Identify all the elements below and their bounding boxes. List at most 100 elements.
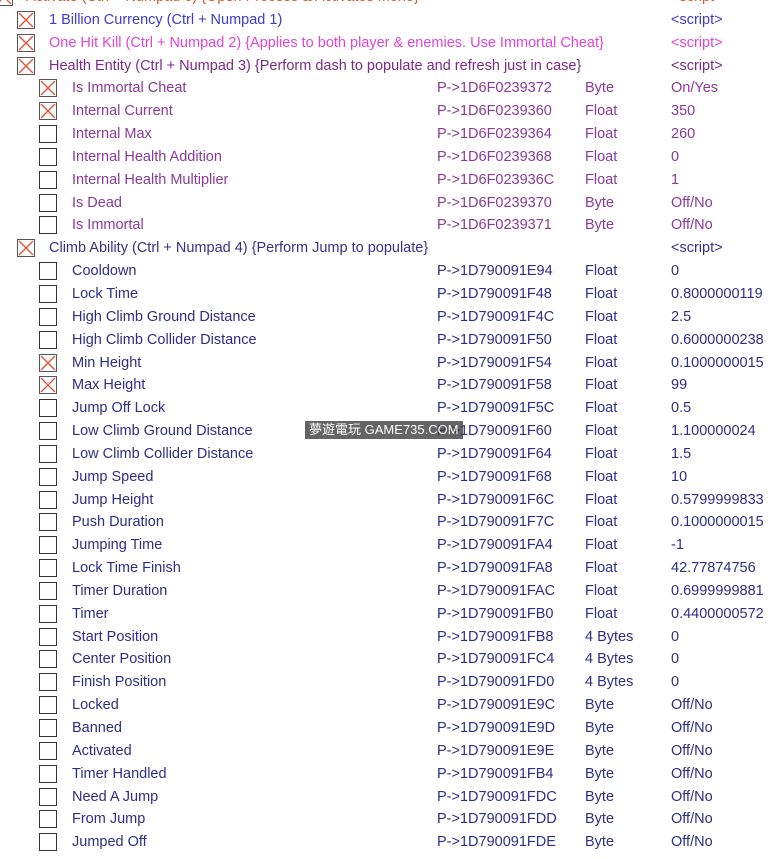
table-row[interactable]: Min Height P->1D790091F54 Float 0.100000001… [0, 352, 782, 375]
table-row[interactable]: Timer Handled P->1D790091FB4 Byte Off/No [0, 763, 782, 786]
active-checkbox[interactable] [39, 581, 57, 600]
active-checkbox[interactable] [39, 216, 57, 235]
table-row[interactable]: Lock Time P->1D790091F48 Float 0.8000000119 [0, 283, 782, 306]
active-checkbox[interactable] [39, 490, 57, 509]
table-row[interactable]: Push Duration P->1D790091F7C Float 0.100000… [0, 511, 782, 534]
table-row[interactable]: Climb Ability (Ctrl + Numpad 4) {Perform… [0, 237, 782, 260]
active-checkbox[interactable] [39, 330, 57, 349]
table-row[interactable]: Banned P->1D790091E9D Byte Off/No [0, 717, 782, 740]
active-checkbox[interactable] [17, 56, 35, 75]
table-row[interactable]: Internal Health Multiplier P->1D6F023936C… [0, 169, 782, 192]
table-row[interactable]: Is Immortal Cheat P->1D6F0239372 Byte On/Ye… [0, 77, 782, 100]
row-value[interactable]: <script> [671, 58, 723, 74]
active-checkbox[interactable] [39, 559, 57, 578]
table-row[interactable]: Activated P->1D790091E9E Byte Off/No [0, 740, 782, 763]
row-value[interactable]: 1.100000024 [671, 423, 756, 439]
row-value[interactable]: <script> [671, 0, 723, 5]
row-value[interactable]: Off/No [671, 811, 713, 827]
active-checkbox[interactable] [39, 79, 57, 98]
row-value[interactable]: 0 [671, 263, 679, 279]
active-checkbox[interactable] [39, 741, 57, 760]
active-checkbox[interactable] [39, 170, 57, 189]
row-value[interactable]: <script> [671, 12, 723, 28]
active-checkbox[interactable] [17, 239, 35, 258]
row-value[interactable]: 0 [671, 674, 679, 690]
table-row[interactable]: Internal Current P->1D6F0239360 Float 350 [0, 100, 782, 123]
row-value[interactable]: Off/No [671, 720, 713, 736]
table-row[interactable]: Jumped Off P->1D790091FDE Byte Off/No [0, 831, 782, 854]
row-value[interactable]: 2.5 [671, 309, 691, 325]
table-row[interactable]: Center Position P->1D790091FC4 4 Bytes 0 [0, 648, 782, 671]
row-value[interactable]: 10 [671, 469, 687, 485]
active-checkbox[interactable] [39, 376, 57, 395]
table-row[interactable]: Health Entity (Ctrl + Numpad 3) {Perform… [0, 55, 782, 78]
table-row[interactable]: 1 Billion Currency (Ctrl + Numpad 1) <scr… [0, 9, 782, 32]
row-value[interactable]: 0 [671, 629, 679, 645]
row-value[interactable]: 260 [671, 126, 695, 142]
active-checkbox[interactable] [39, 787, 57, 806]
active-checkbox[interactable] [39, 262, 57, 281]
row-value[interactable]: 42.77874756 [671, 560, 756, 576]
active-checkbox[interactable] [39, 399, 57, 418]
row-value[interactable]: Off/No [671, 789, 713, 805]
table-row[interactable]: Locked P->1D790091E9C Byte Off/No [0, 694, 782, 717]
active-checkbox[interactable] [39, 719, 57, 737]
active-checkbox[interactable] [39, 810, 57, 829]
table-row[interactable]: Is Immortal P->1D6F0239371 Byte Off/No [0, 214, 782, 237]
active-checkbox[interactable] [39, 307, 57, 326]
row-value[interactable]: 0.6000000238 [671, 332, 764, 348]
table-row[interactable]: Timer P->1D790091FB0 Float 0.4400000572 [0, 603, 782, 626]
active-checkbox[interactable] [39, 102, 57, 121]
row-value[interactable]: On/Yes [671, 80, 718, 96]
table-row[interactable]: One Hit Kill (Ctrl + Numpad 2) {Applies … [0, 32, 782, 55]
row-value[interactable]: Off/No [671, 834, 713, 850]
active-checkbox[interactable] [17, 33, 35, 52]
table-row[interactable]: High Climb Ground Distance P->1D790091F4C… [0, 306, 782, 329]
table-row[interactable]: Start Position P->1D790091FB8 4 Bytes 0 [0, 626, 782, 649]
table-row[interactable]: Jumping Time P->1D790091FA4 Float -1 [0, 534, 782, 557]
row-value[interactable]: 99 [671, 377, 687, 393]
row-value[interactable]: Off/No [671, 217, 713, 233]
row-value[interactable]: Off/No [671, 697, 713, 713]
row-value[interactable]: <script> [671, 35, 723, 51]
table-row[interactable]: Need A Jump P->1D790091FDC Byte Off/No [0, 786, 782, 809]
active-checkbox[interactable] [39, 696, 57, 715]
table-row[interactable]: High Climb Collider Distance P->1D790091F… [0, 329, 782, 352]
active-checkbox[interactable] [0, 0, 13, 6]
active-checkbox[interactable] [39, 284, 57, 303]
table-row[interactable]: Finish Position P->1D790091FD0 4 Bytes 0 [0, 671, 782, 694]
table-row[interactable]: Max Height P->1D790091F58 Float 99 [0, 374, 782, 397]
active-checkbox[interactable] [39, 536, 57, 555]
table-row[interactable]: Jump Height P->1D790091F6C Float 0.57999998… [0, 489, 782, 512]
active-checkbox[interactable] [39, 627, 57, 646]
table-row[interactable]: Low Climb Collider Distance P->1D790091F6… [0, 443, 782, 466]
table-row[interactable]: Timer Duration P->1D790091FAC Float 0.69999… [0, 580, 782, 603]
table-row[interactable]: Cooldown P->1D790091E94 Float 0 [0, 260, 782, 283]
active-checkbox[interactable] [39, 673, 57, 692]
table-row[interactable]: Internal Health Addition P->1D6F0239368 Fl… [0, 146, 782, 169]
table-row[interactable]: Activate (Ctrl + Numpad 0) {Open Process… [0, 0, 782, 9]
table-row[interactable]: Is Dead P->1D6F0239370 Byte Off/No [0, 192, 782, 215]
active-checkbox[interactable] [39, 353, 57, 372]
row-value[interactable]: 0 [671, 149, 679, 165]
active-checkbox[interactable] [39, 193, 57, 212]
row-value[interactable]: 0.4400000572 [671, 606, 764, 622]
row-value[interactable]: 350 [671, 103, 695, 119]
row-value[interactable]: 0.5799999833 [671, 492, 764, 508]
active-checkbox[interactable] [17, 10, 35, 29]
active-checkbox[interactable] [39, 125, 57, 144]
active-checkbox[interactable] [39, 604, 57, 623]
table-row[interactable]: From Jump P->1D790091FDD Byte Off/No [0, 808, 782, 831]
active-checkbox[interactable] [39, 467, 57, 486]
table-row[interactable]: Lock Time Finish P->1D790091FA8 Float 42.77… [0, 557, 782, 580]
table-row[interactable]: Jump Off Lock P->1D790091F5C Float 0.5 [0, 397, 782, 420]
row-value[interactable]: 0.6999999881 [671, 583, 764, 599]
row-value[interactable]: 0.5 [671, 400, 691, 416]
row-value[interactable]: Off/No [671, 195, 713, 211]
table-row[interactable]: Jump Speed P->1D790091F68 Float 10 [0, 466, 782, 489]
row-value[interactable]: 1.5 [671, 446, 691, 462]
active-checkbox[interactable] [39, 513, 57, 532]
active-checkbox[interactable] [39, 833, 57, 852]
row-value[interactable]: 0.8000000119 [671, 286, 763, 302]
row-value[interactable]: <script> [671, 240, 723, 256]
